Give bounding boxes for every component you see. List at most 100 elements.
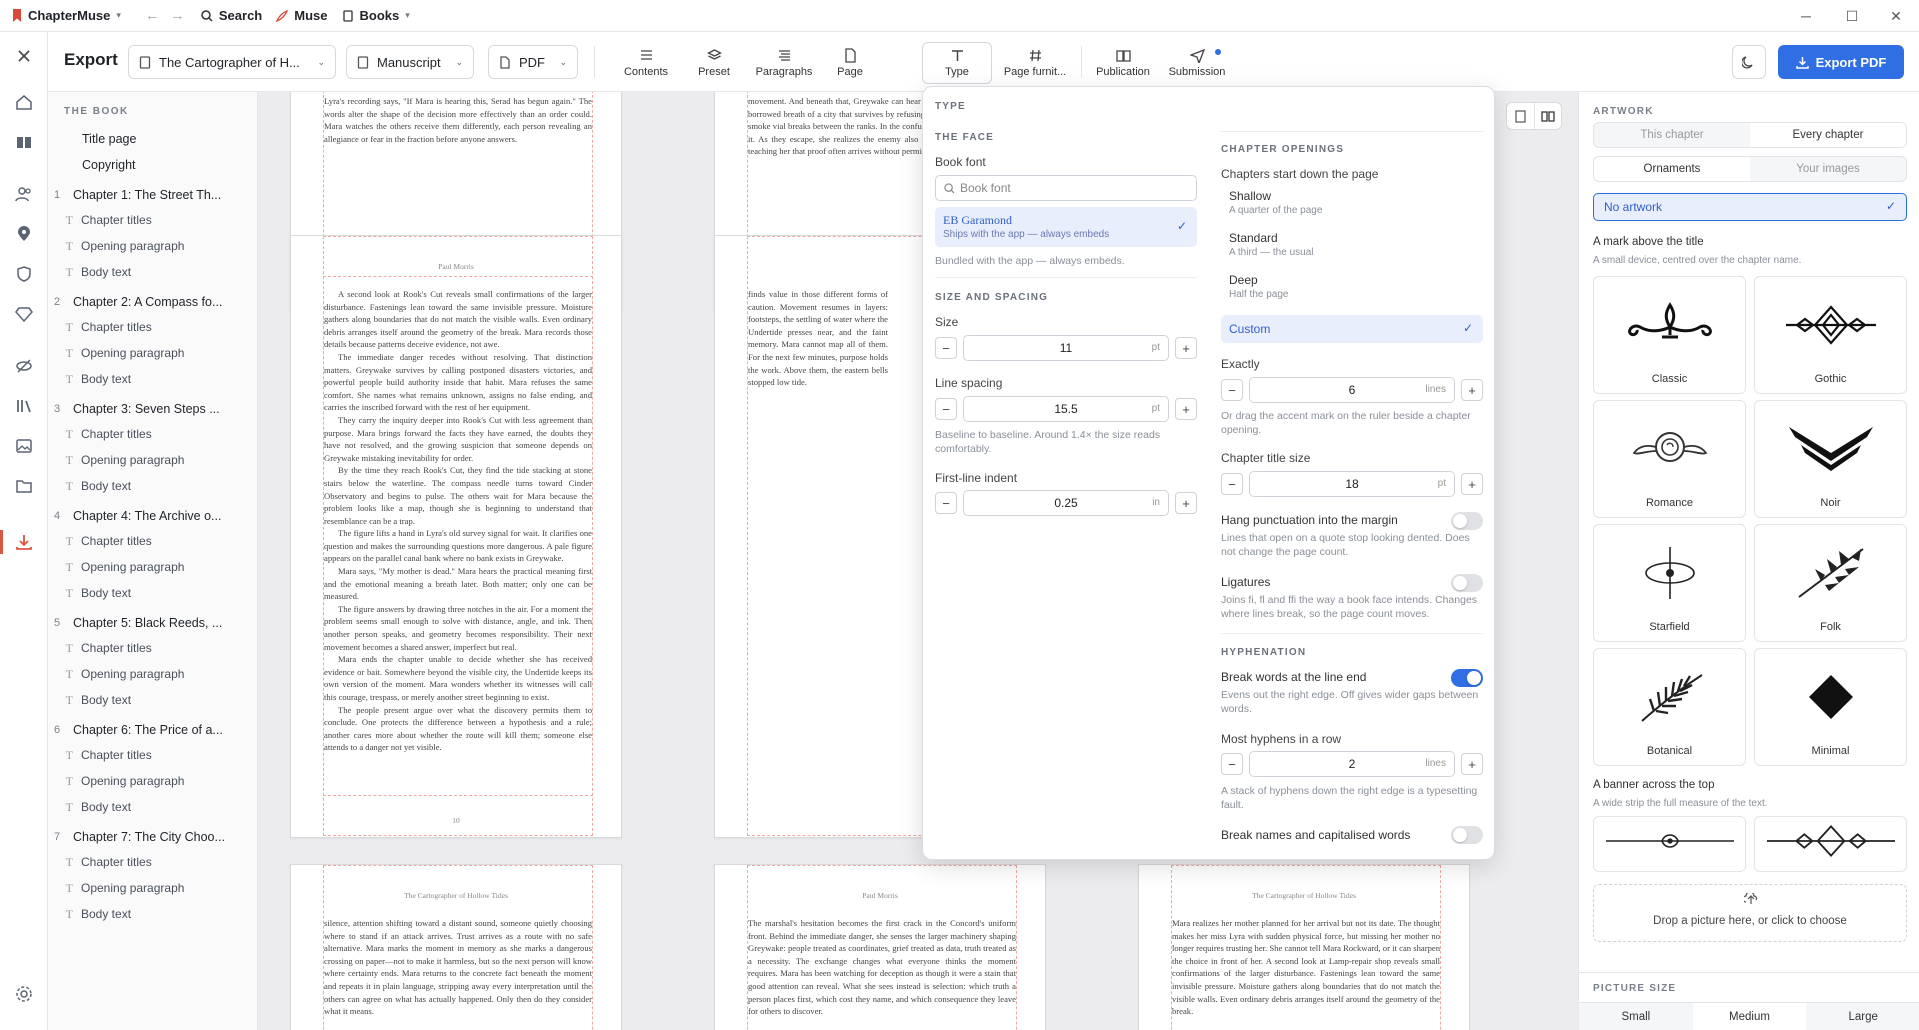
tab-publication[interactable]: Publication <box>1090 44 1156 82</box>
tab-paragraphs[interactable]: Paragraphs <box>750 44 818 82</box>
eye-off-icon[interactable] <box>12 354 36 378</box>
image-drop-zone[interactable]: Drop a picture here, or click to choose <box>1593 884 1907 942</box>
no-artwork-option[interactable]: No artwork ✓ <box>1593 193 1907 221</box>
format-select[interactable]: Manuscript ⌄ <box>346 45 474 79</box>
decrease-button[interactable]: − <box>1221 379 1243 401</box>
ornament-tile-minimal[interactable]: Minimal <box>1754 648 1907 766</box>
increase-button[interactable]: + <box>1175 492 1197 514</box>
sidebar-subitem[interactable]: T Opening paragraph <box>48 340 257 366</box>
tab-contents[interactable]: Contents <box>616 44 676 82</box>
ornament-tile-botanical[interactable]: Botanical <box>1593 648 1746 766</box>
sidebar-subitem[interactable]: T Chapter titles <box>48 635 257 661</box>
source-your-images[interactable]: Your images <box>1750 157 1906 181</box>
location-pin-icon[interactable] <box>12 222 36 246</box>
sidebar-subitem[interactable]: T Opening paragraph <box>48 768 257 794</box>
sidebar-item-chapter[interactable]: 2 Chapter 2: A Compass fo... <box>48 289 257 315</box>
sidebar-subitem[interactable]: T Chapter titles <box>48 421 257 447</box>
sidebar-item-chapter[interactable]: 7 Chapter 7: The City Choo... <box>48 824 257 850</box>
source-ornaments[interactable]: Ornaments <box>1594 157 1750 181</box>
decrease-button[interactable]: − <box>1221 473 1243 495</box>
indent-input[interactable]: 0.25 in <box>963 490 1169 516</box>
ornament-tile-starfield[interactable]: Starfield <box>1593 524 1746 642</box>
search-nav[interactable]: Search <box>201 8 262 23</box>
image-icon[interactable] <box>12 434 36 458</box>
opening-option[interactable]: Shallow A quarter of the page <box>1221 187 1483 223</box>
sidebar-subitem[interactable]: T Chapter titles <box>48 742 257 768</box>
close-icon[interactable] <box>12 44 36 68</box>
scope-every-chapter[interactable]: Every chapter <box>1750 123 1906 147</box>
output-select[interactable]: PDF ⌄ <box>488 45 578 79</box>
break-words-toggle[interactable] <box>1451 669 1483 687</box>
maximize-icon[interactable]: ☐ <box>1829 0 1875 32</box>
decrease-button[interactable]: − <box>935 398 957 420</box>
ornament-tile-folk[interactable]: Folk <box>1754 524 1907 642</box>
scope-this-chapter[interactable]: This chapter <box>1594 123 1750 147</box>
sidebar-subitem[interactable]: T Body text <box>48 687 257 713</box>
back-arrow-icon[interactable]: ← <box>145 7 160 24</box>
banner-tile-gothic[interactable] <box>1754 816 1907 872</box>
app-logo[interactable]: ChapterMuse ▾ <box>12 8 121 23</box>
book-font-search-input[interactable]: Book font <box>935 175 1197 201</box>
shield-icon[interactable] <box>12 262 36 286</box>
decrease-button[interactable]: − <box>1221 753 1243 775</box>
open-book-icon[interactable] <box>12 130 36 154</box>
size-input[interactable]: 11 pt <box>963 335 1169 361</box>
increase-button[interactable]: + <box>1175 398 1197 420</box>
sidebar-subitem[interactable]: T Body text <box>48 901 257 927</box>
sidebar-item-chapter[interactable]: 4 Chapter 4: The Archive o... <box>48 503 257 529</box>
increase-button[interactable]: + <box>1461 473 1483 495</box>
decrease-button[interactable]: − <box>935 492 957 514</box>
increase-button[interactable]: + <box>1461 753 1483 775</box>
dark-mode-button[interactable] <box>1732 45 1766 79</box>
sidebar-subitem[interactable]: T Body text <box>48 580 257 606</box>
opening-option[interactable]: Deep Half the page <box>1221 271 1483 307</box>
sidebar-subitem[interactable]: T Opening paragraph <box>48 661 257 687</box>
sidebar-subitem[interactable]: T Chapter titles <box>48 849 257 875</box>
decrease-button[interactable]: − <box>935 337 957 359</box>
size-medium[interactable]: Medium <box>1692 1003 1807 1030</box>
sidebar-item-chapter[interactable]: 5 Chapter 5: Black Reeds, ... <box>48 610 257 636</box>
sidebar-item-front-matter[interactable]: Copyright <box>48 152 257 178</box>
home-icon[interactable] <box>12 90 36 114</box>
sidebar-subitem[interactable]: T Opening paragraph <box>48 554 257 580</box>
increase-button[interactable]: + <box>1175 337 1197 359</box>
sidebar-subitem[interactable]: T Chapter titles <box>48 314 257 340</box>
sidebar-subitem[interactable]: T Body text <box>48 473 257 499</box>
sidebar-subitem[interactable]: T Opening paragraph <box>48 875 257 901</box>
sidebar-subitem[interactable]: T Opening paragraph <box>48 447 257 473</box>
sidebar-subitem[interactable]: T Chapter titles <box>48 528 257 554</box>
single-page-icon[interactable] <box>1507 103 1535 129</box>
break-names-toggle[interactable] <box>1451 826 1483 844</box>
banner-tile-classic[interactable] <box>1593 816 1746 872</box>
sidebar-subitem[interactable]: T Body text <box>48 794 257 820</box>
tab-preset[interactable]: Preset <box>688 44 740 82</box>
increase-button[interactable]: + <box>1461 379 1483 401</box>
export-pdf-button[interactable]: Export PDF <box>1778 45 1904 79</box>
sidebar-item-chapter[interactable]: 6 Chapter 6: The Price of a... <box>48 717 257 743</box>
books-nav[interactable]: Books ▾ <box>342 8 410 23</box>
download-icon[interactable] <box>12 530 36 554</box>
window-close-icon[interactable]: ✕ <box>1873 0 1919 32</box>
ornament-tile-romance[interactable]: Romance <box>1593 400 1746 518</box>
exactly-input[interactable]: 6 lines <box>1249 377 1455 403</box>
sidebar-subitem[interactable]: T Body text <box>48 366 257 392</box>
title-size-input[interactable]: 18 pt <box>1249 471 1455 497</box>
hyphens-row-input[interactable]: 2 lines <box>1249 751 1455 777</box>
size-small[interactable]: Small <box>1579 1003 1693 1030</box>
ornament-tile-classic[interactable]: Classic <box>1593 276 1746 394</box>
spread-icon[interactable] <box>1535 103 1562 129</box>
spacing-input[interactable]: 15.5 pt <box>963 396 1169 422</box>
hang-punctuation-toggle[interactable] <box>1451 512 1483 530</box>
tab-page[interactable]: Page <box>828 44 872 82</box>
users-icon[interactable] <box>12 182 36 206</box>
ligatures-toggle[interactable] <box>1451 574 1483 592</box>
ornament-tile-gothic[interactable]: Gothic <box>1754 276 1907 394</box>
sidebar-subitem[interactable]: T Chapter titles <box>48 207 257 233</box>
book-select[interactable]: The Cartographer of H... ⌄ <box>128 45 336 79</box>
size-large[interactable]: Large <box>1806 1003 1919 1030</box>
tab-page-furniture[interactable]: Page furnit... <box>998 44 1072 82</box>
gem-icon[interactable] <box>12 302 36 326</box>
minimize-icon[interactable]: ─ <box>1783 0 1829 32</box>
opening-option-custom[interactable]: Custom ✓ <box>1221 315 1483 343</box>
forward-arrow-icon[interactable]: → <box>170 7 185 24</box>
